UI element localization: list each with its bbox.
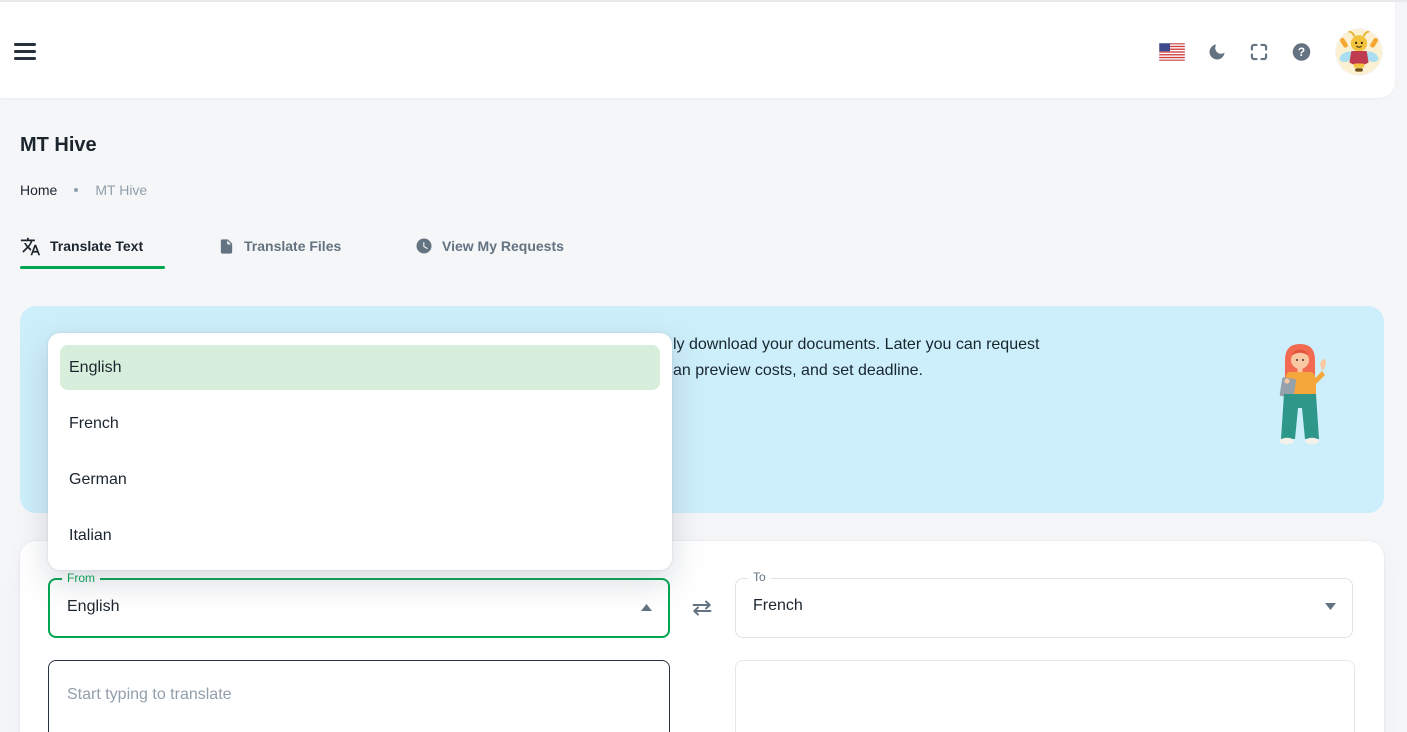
translation-output-box — [735, 660, 1355, 732]
to-language-select[interactable]: To French — [735, 578, 1353, 638]
to-label: To — [748, 570, 771, 585]
menu-icon[interactable] — [14, 43, 36, 61]
swap-icon — [690, 599, 714, 617]
svg-text:?: ? — [1298, 45, 1305, 59]
active-tab-indicator — [20, 266, 165, 269]
dropdown-option-french[interactable]: French — [60, 401, 660, 446]
us-flag-icon — [1159, 43, 1185, 61]
breadcrumb-separator — [74, 188, 78, 192]
translate-icon — [20, 236, 41, 257]
page-title: MT Hive — [20, 134, 97, 157]
from-value: English — [67, 598, 119, 616]
dropdown-option-english[interactable]: English — [60, 345, 660, 390]
from-language-select[interactable]: From English — [48, 578, 670, 638]
language-flag-button[interactable] — [1159, 43, 1185, 61]
breadcrumb-home-link[interactable]: Home — [20, 182, 57, 198]
tab-label: View My Requests — [442, 238, 564, 254]
from-label: From — [62, 571, 100, 586]
dropdown-option-italian[interactable]: Italian — [60, 513, 660, 558]
tab-translate-text[interactable]: Translate Text — [20, 233, 143, 259]
woman-with-tablet-illustration — [1262, 341, 1338, 463]
breadcrumb: Home MT Hive — [20, 182, 147, 198]
app-header: ? — [0, 2, 1395, 98]
help-button[interactable]: ? — [1291, 41, 1312, 62]
tab-label: Translate Text — [50, 238, 143, 254]
dropdown-option-german[interactable]: German — [60, 457, 660, 502]
bee-mascot-icon — [1336, 29, 1382, 75]
moon-icon — [1207, 42, 1227, 62]
fullscreen-button[interactable] — [1248, 41, 1269, 62]
breadcrumb-current: MT Hive — [95, 182, 147, 198]
tab-label: Translate Files — [244, 238, 341, 254]
clock-icon — [415, 237, 433, 255]
mt-hive-screen: ? MT Hive Home — [0, 0, 1407, 732]
banner-text-line2: an preview costs, and set deadline. — [673, 362, 923, 380]
swap-languages-button[interactable] — [688, 596, 716, 620]
collapse-arrow-icon — [641, 604, 652, 611]
dark-mode-button[interactable] — [1206, 41, 1227, 62]
language-dropdown-menu: English French German Italian — [48, 333, 672, 570]
file-icon — [218, 238, 235, 255]
tab-translate-files[interactable]: Translate Files — [218, 233, 341, 259]
expand-arrow-icon — [1325, 603, 1336, 610]
fullscreen-icon — [1249, 42, 1269, 62]
user-avatar[interactable] — [1336, 29, 1382, 75]
to-value: French — [753, 597, 803, 615]
banner-text-line1: ly download your documents. Later you ca… — [673, 336, 1039, 354]
source-text-input[interactable] — [48, 660, 670, 732]
help-icon: ? — [1291, 41, 1312, 63]
tab-view-my-requests[interactable]: View My Requests — [415, 233, 564, 259]
